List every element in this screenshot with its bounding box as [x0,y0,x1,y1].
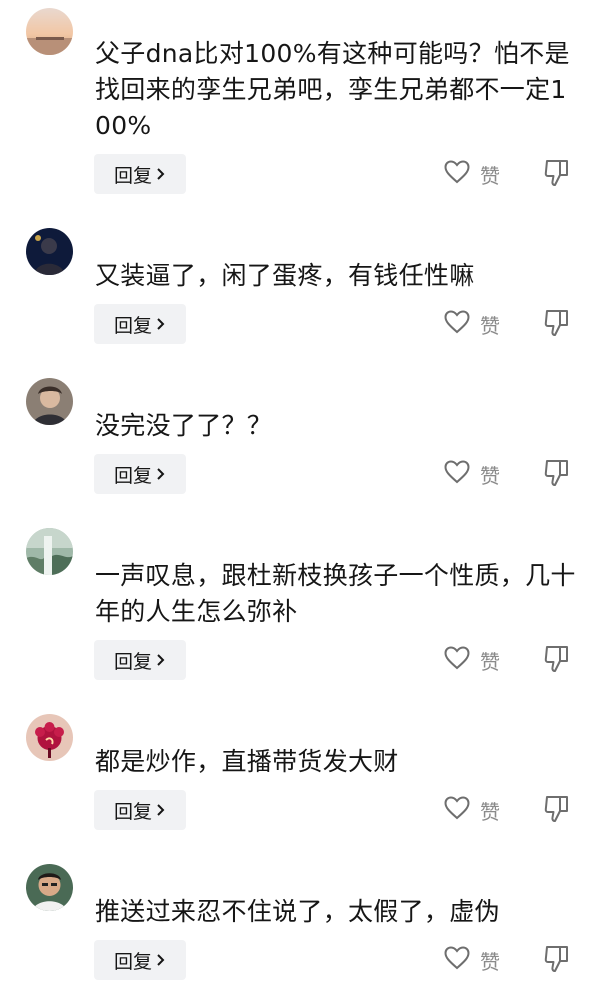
dislike-thumbs-down-icon[interactable] [544,644,570,674]
reply-button[interactable]: 回复 [94,154,186,194]
chevron-right-icon [156,167,166,181]
reply-label: 回复 [113,800,152,823]
comment-text: 推送过来忍不住说了，太假了，虚伪 [95,897,500,926]
reply-button[interactable]: 回复 [94,454,186,494]
reply-label: 回复 [113,164,152,187]
reply-label: 回复 [113,650,152,673]
heart-icon [444,796,470,824]
like-label: 赞 [480,313,500,338]
heart-icon [444,310,470,338]
user-avatar[interactable] [26,528,73,575]
reply-button[interactable]: 回复 [94,790,186,830]
reply-button[interactable]: 回复 [94,940,186,980]
user-avatar[interactable] [26,228,73,275]
comment-text: 一声叹息，跟杜新枝换孩子一个性质，几十年的人生怎么弥补 [95,561,576,626]
user-avatar[interactable] [26,864,73,911]
like-button[interactable]: 赞 [444,306,500,342]
reply-button[interactable]: 回复 [94,640,186,680]
reply-label: 回复 [113,464,152,487]
reply-label: 回复 [113,314,152,337]
comment-text: 父子dna比对100%有这种可能吗？怕不是找回来的孪生兄弟吧，孪生兄弟都不一定1… [95,39,570,140]
chevron-right-icon [156,653,166,667]
like-button[interactable]: 赞 [444,642,500,678]
user-avatar[interactable] [26,378,73,425]
like-label: 赞 [480,163,500,188]
dislike-thumbs-down-icon[interactable] [544,308,570,338]
heart-icon [444,460,470,488]
comment-text: 又装逼了，闲了蛋疼，有钱任性嘛 [95,261,475,290]
chevron-right-icon [156,467,166,481]
reply-label: 回复 [113,950,152,973]
heart-icon [444,160,470,188]
chevron-right-icon [156,953,166,967]
user-avatar[interactable] [26,8,73,55]
like-button[interactable]: 赞 [444,156,500,192]
comment-text: 没完没了了？？ [95,411,273,440]
heart-icon [444,646,470,674]
chevron-right-icon [156,803,166,817]
like-label: 赞 [480,949,500,974]
like-label: 赞 [480,463,500,488]
dislike-thumbs-down-icon[interactable] [544,158,570,188]
dislike-thumbs-down-icon[interactable] [544,458,570,488]
like-button[interactable]: 赞 [444,456,500,492]
like-label: 赞 [480,649,500,674]
like-label: 赞 [480,799,500,824]
like-button[interactable]: 赞 [444,942,500,978]
dislike-thumbs-down-icon[interactable] [544,944,570,974]
chevron-right-icon [156,317,166,331]
dislike-thumbs-down-icon[interactable] [544,794,570,824]
comment-text: 都是炒作，直播带货发大财 [95,747,399,776]
like-button[interactable]: 赞 [444,792,500,828]
reply-button[interactable]: 回复 [94,304,186,344]
user-avatar[interactable] [26,714,73,761]
heart-icon [444,946,470,974]
